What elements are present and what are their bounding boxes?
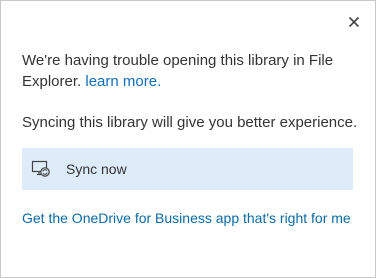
get-onedrive-app-link[interactable]: Get the OneDrive for Business app that's… [22,210,351,226]
sync-now-button[interactable]: Sync now [22,148,353,190]
sync-library-dialog: We're having trouble opening this librar… [0,0,376,278]
sync-now-label: Sync now [66,161,127,177]
learn-more-link[interactable]: learn more. [85,73,161,90]
close-icon [348,16,360,28]
close-button[interactable] [346,14,362,30]
sync-monitor-icon [31,160,50,177]
message-text: We're having trouble opening this librar… [22,52,334,90]
sync-recommendation-text: Syncing this library will give you bette… [22,114,358,131]
dialog-message: We're having trouble opening this librar… [22,50,352,92]
